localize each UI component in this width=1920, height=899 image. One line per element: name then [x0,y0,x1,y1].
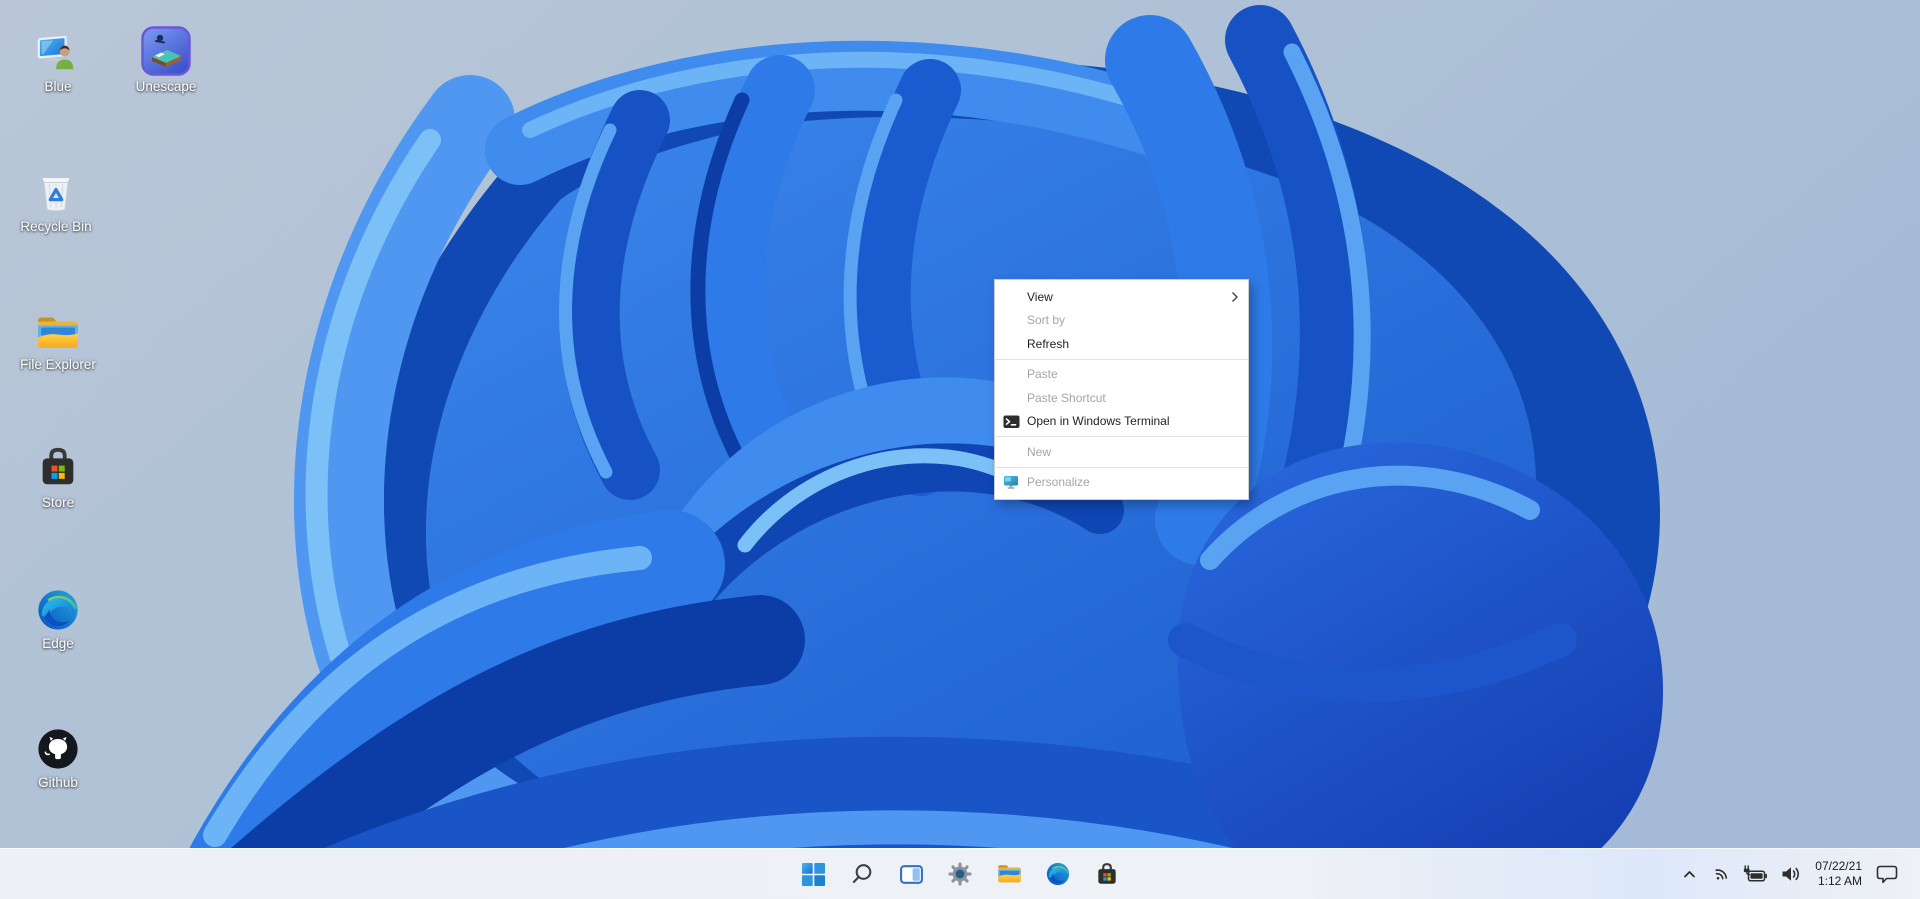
desktop-icon-label: Recycle Bin [20,219,91,236]
notification-center-button[interactable] [1876,864,1898,884]
desktop-icon-label: Edge [42,636,74,653]
menu-item-refresh[interactable]: Refresh [995,332,1248,356]
desktop-icon-label: Github [38,775,78,792]
wallpaper-bloom [0,0,1920,899]
menu-item-paste[interactable]: Paste [995,363,1248,387]
battery-tray-button[interactable] [1741,865,1768,883]
desktop-icon-store[interactable]: Store [19,444,97,512]
store-button[interactable] [1087,854,1127,894]
menu-separator [995,436,1248,437]
desktop-icon-edge[interactable]: Edge [19,587,97,653]
personalize-icon [1002,474,1020,490]
edge-icon [35,587,81,633]
unescape-app-icon [141,26,191,76]
taskbar-clock[interactable]: 07/22/21 1:12 AM [1815,859,1862,889]
settings-gear-icon [947,861,973,887]
file-explorer-button[interactable] [989,854,1029,894]
taskbar-center-buttons [793,849,1127,899]
chevron-up-icon [1682,868,1697,880]
task-view-button[interactable] [891,854,931,894]
task-view-icon [899,862,924,887]
search-button[interactable] [842,854,882,894]
taskbar: 07/22/21 1:12 AM [0,848,1920,899]
settings-button[interactable] [940,854,980,894]
menu-item-label: Refresh [1027,337,1069,351]
volume-tray-button[interactable] [1780,865,1801,883]
user-monitor-icon [35,28,81,76]
windows-terminal-icon [1002,413,1020,429]
tray-time: 1:12 AM [1815,874,1862,889]
menu-item-label: Personalize [1027,475,1090,489]
battery-charging-icon [1741,865,1768,883]
menu-item-new[interactable]: New [995,440,1248,464]
hidden-icons-chevron-button[interactable] [1682,868,1697,880]
menu-item-view[interactable]: View [995,285,1248,309]
menu-separator [995,359,1248,360]
desktop-icon-recycle-bin[interactable]: Recycle Bin [17,168,95,236]
menu-item-label: Open in Windows Terminal [1027,414,1170,428]
tray-date: 07/22/21 [1815,859,1862,874]
menu-item-label: New [1027,445,1051,459]
store-bag-icon [1094,861,1120,888]
menu-item-paste-shortcut[interactable]: Paste Shortcut [995,386,1248,410]
windows-desktop: Blue Unescape Recycle Bin [0,0,1920,899]
windows-start-icon [801,862,826,887]
speaker-icon [1780,865,1801,883]
menu-item-label: Paste [1027,367,1058,381]
network-tray-button[interactable] [1709,864,1729,884]
system-tray: 07/22/21 1:12 AM [1682,849,1920,899]
folder-icon [34,312,82,354]
store-bag-icon [35,444,81,492]
desktop-icon-label: File Explorer [20,357,96,374]
github-icon [35,726,81,772]
context-menu: View Sort by Refresh Paste Paste Shortcu… [994,279,1249,500]
search-icon [850,862,874,886]
menu-item-personalize[interactable]: Personalize [995,471,1248,495]
desktop-icon-unescape[interactable]: Unescape [127,26,205,96]
edge-button[interactable] [1038,854,1078,894]
submenu-chevron-icon [1231,291,1239,303]
folder-icon [996,862,1023,886]
wifi-icon [1709,864,1729,884]
menu-item-label: View [1027,290,1053,304]
recycle-bin-icon [33,168,79,216]
notification-bubble-icon [1876,864,1898,884]
edge-icon [1045,861,1071,887]
desktop-icon-blue[interactable]: Blue [19,28,97,96]
menu-item-label: Sort by [1027,313,1065,327]
start-button[interactable] [793,854,833,894]
desktop-icon-label: Unescape [136,79,197,96]
desktop-icon-label: Store [42,495,74,512]
desktop-icon-label: Blue [44,79,71,96]
desktop-icon-file-explorer[interactable]: File Explorer [19,312,97,374]
menu-item-sort-by[interactable]: Sort by [995,309,1248,333]
desktop-icon-github[interactable]: Github [19,726,97,792]
menu-item-label: Paste Shortcut [1027,391,1106,405]
menu-separator [995,467,1248,468]
menu-item-open-in-windows-terminal[interactable]: Open in Windows Terminal [995,410,1248,434]
